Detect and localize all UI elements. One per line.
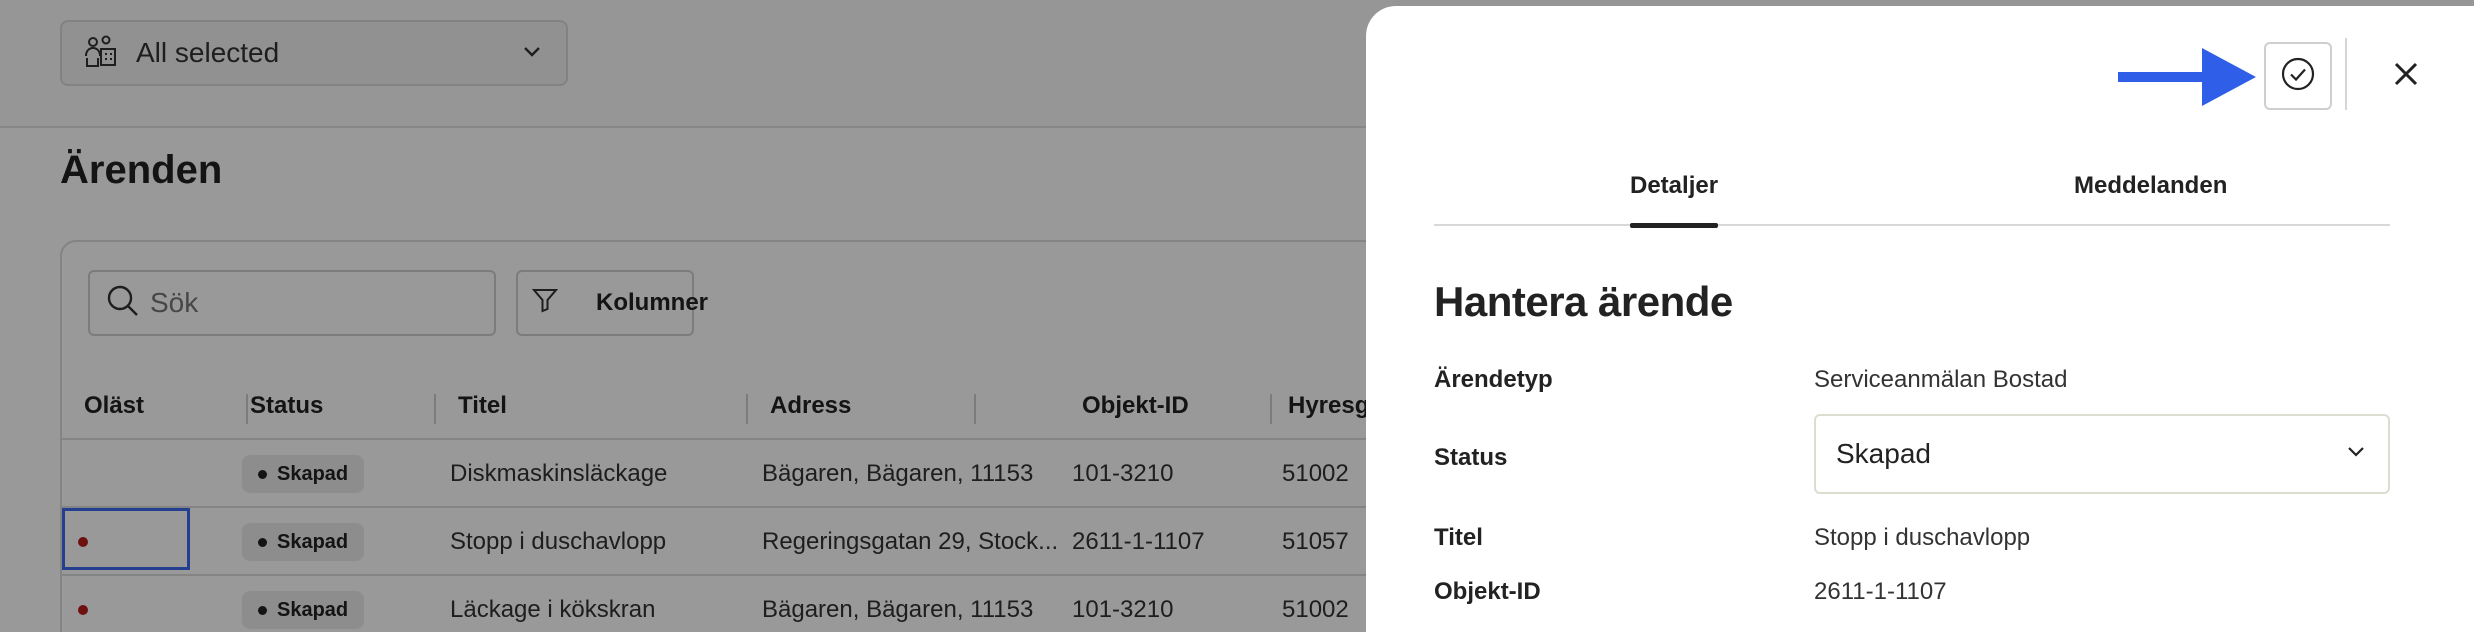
close-icon — [2393, 61, 2419, 92]
object-id-value: 2611-1-1107 — [1814, 578, 1947, 605]
status-select[interactable]: Skapad — [1814, 414, 2390, 494]
title-label: Titel — [1434, 524, 1483, 551]
panel-tabs: Detaljer Meddelanden — [1434, 146, 2390, 228]
object-id-label: Objekt-ID — [1434, 578, 1541, 605]
active-tab-indicator — [1630, 223, 1719, 228]
check-circle-icon — [2280, 56, 2316, 97]
title-value: Stopp i duschavlopp — [1814, 524, 2031, 551]
arrow-right-icon — [2118, 44, 2258, 115]
case-type-label: Ärendetyp — [1434, 366, 1553, 393]
panel-heading: Hantera ärende — [1434, 278, 1733, 325]
status-label: Status — [1434, 444, 1508, 471]
case-detail-panel: Detaljer Meddelanden Hantera ärende Ären… — [1366, 6, 2474, 632]
confirm-button[interactable] — [2264, 42, 2332, 110]
tab-messages[interactable]: Meddelanden — [2074, 146, 2227, 226]
divider — [2345, 38, 2347, 110]
tab-details[interactable]: Detaljer — [1630, 146, 1719, 228]
close-button[interactable] — [2376, 46, 2436, 106]
chevron-down-icon — [2344, 438, 2368, 470]
case-type-value: Serviceanmälan Bostad — [1814, 366, 2068, 393]
status-select-value: Skapad — [1836, 438, 1931, 469]
